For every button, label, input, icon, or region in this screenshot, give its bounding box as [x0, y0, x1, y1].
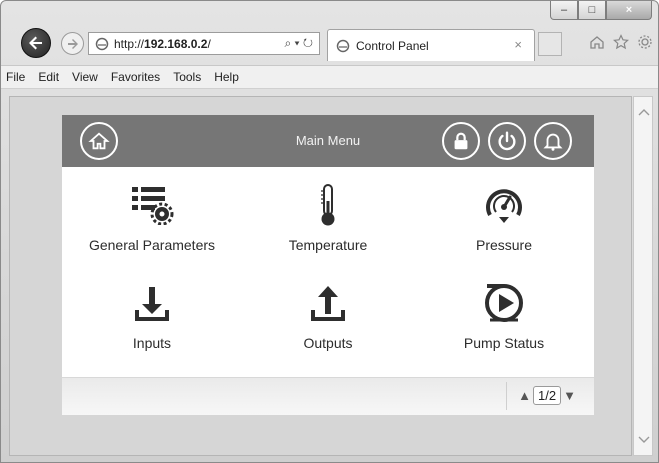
back-arrow-icon [29, 36, 42, 50]
tile-label: Pump Status [463, 335, 545, 351]
menu-view[interactable]: View [72, 70, 98, 84]
page-content: Main Menu General Parameters Temperature… [9, 96, 632, 456]
scroll-up-icon[interactable] [638, 107, 650, 117]
tile-temperature[interactable]: Temperature [238, 183, 418, 273]
minimize-button[interactable]: – [550, 1, 578, 20]
thermometer-icon [238, 183, 418, 227]
parameters-gear-icon [62, 183, 242, 227]
close-window-button[interactable]: × [606, 1, 652, 20]
tile-label: Pressure [475, 237, 533, 253]
scroll-down-icon[interactable] [638, 435, 650, 445]
panel-footer: ▲ 1/2 ▼ [62, 377, 594, 415]
download-arrow-icon [62, 281, 242, 325]
menu-help[interactable]: Help [214, 70, 239, 84]
vertical-scrollbar[interactable] [633, 96, 653, 456]
tile-inputs[interactable]: Inputs [62, 281, 242, 371]
lock-icon[interactable] [442, 122, 480, 160]
tab-control-panel[interactable]: Control Panel × [327, 29, 535, 61]
tile-label: Temperature [288, 237, 368, 253]
address-bar[interactable]: http://192.168.0.2/ ⌕ ▾ ↻ [88, 32, 320, 55]
pager: ▲ 1/2 ▼ [506, 382, 576, 410]
menu-tools[interactable]: Tools [173, 70, 201, 84]
page-down-button[interactable]: ▼ [563, 388, 576, 403]
pump-play-icon [414, 281, 594, 325]
url-scheme: http:// [114, 36, 145, 51]
ie-tab-icon [336, 39, 350, 52]
upload-arrow-icon [238, 281, 418, 325]
url-path: / [207, 36, 211, 51]
browser-window: – □ × http://192.168.0.2/ ⌕ ▾ ↻ Control … [0, 0, 659, 463]
bell-icon[interactable] [534, 122, 572, 160]
search-refresh-icons[interactable]: ⌕ ▾ ↻ [284, 36, 313, 51]
forward-button[interactable] [61, 32, 84, 55]
maximize-button[interactable]: □ [578, 1, 606, 20]
window-caption-buttons: – □ × [550, 1, 652, 20]
tile-pump-status[interactable]: Pump Status [414, 281, 594, 371]
tile-label: General Parameters [88, 237, 216, 253]
back-button[interactable] [21, 28, 51, 58]
tab-title: Control Panel [356, 38, 429, 53]
star-icon[interactable] [612, 33, 630, 51]
tile-outputs[interactable]: Outputs [238, 281, 418, 371]
ie-page-icon [95, 37, 109, 50]
new-tab-button[interactable] [538, 32, 562, 56]
forward-arrow-icon [67, 38, 78, 49]
tile-general-parameters[interactable]: General Parameters [62, 183, 242, 273]
url-text: http://192.168.0.2/ [114, 37, 211, 51]
tile-pressure[interactable]: Pressure [414, 183, 594, 273]
url-host: 192.168.0.2 [144, 36, 208, 51]
home-icon[interactable] [588, 33, 606, 51]
menu-file[interactable]: File [6, 70, 25, 84]
power-icon[interactable] [488, 122, 526, 160]
pressure-gauge-icon [414, 183, 594, 227]
tab-close-button[interactable]: × [514, 37, 522, 52]
page-up-button[interactable]: ▲ [518, 388, 531, 403]
tile-label: Outputs [303, 335, 353, 351]
navigation-row: http://192.168.0.2/ ⌕ ▾ ↻ Control Panel … [1, 25, 658, 61]
control-panel: Main Menu General Parameters Temperature… [62, 115, 594, 415]
page-indicator: 1/2 [533, 386, 562, 405]
tile-label: Inputs [132, 335, 172, 351]
pager-divider [506, 382, 508, 410]
menu-favorites[interactable]: Favorites [111, 70, 160, 84]
browser-toolbar-icons [588, 33, 654, 51]
menu-edit[interactable]: Edit [38, 70, 59, 84]
menu-bar: File Edit View Favorites Tools Help [1, 65, 658, 89]
panel-header: Main Menu [62, 115, 594, 167]
gear-icon[interactable] [636, 33, 654, 51]
